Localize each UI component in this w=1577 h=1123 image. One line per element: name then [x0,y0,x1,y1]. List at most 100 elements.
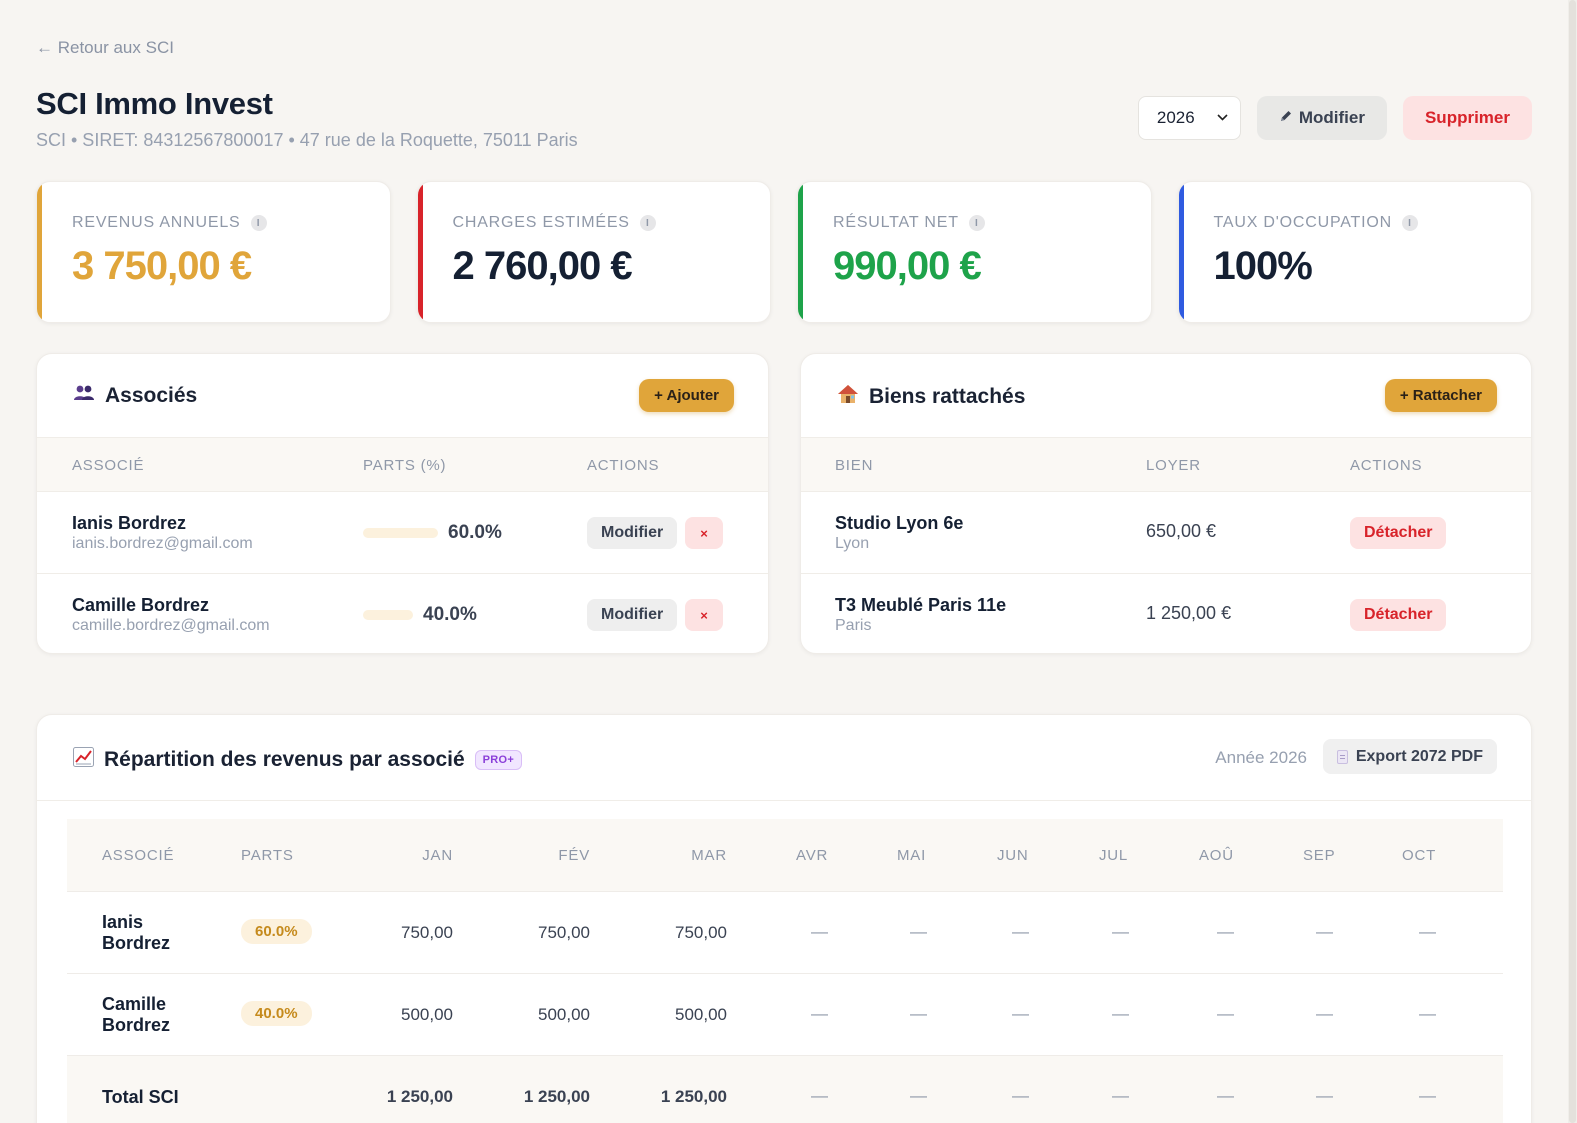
month-total: — [811,1086,828,1105]
info-icon[interactable]: i [1401,215,1418,231]
table-header: Associé Parts Jan Fév Mar Avr Mai Jun Ju… [67,819,1503,892]
month-value: 500,00 [675,1005,727,1024]
table-row: Ianis Bordrez ianis.bordrez@gmail.com 60… [37,492,768,574]
share-cell: 60.0% [363,522,502,544]
share-badge: 40.0% [241,1001,312,1026]
kpi-value: 990,00 € [833,244,982,288]
kpi-accent-bar [1178,182,1184,322]
month-total: — [1217,1086,1234,1105]
col-header: Bien [835,457,874,474]
remove-associe-button[interactable]: × [685,517,723,549]
year-select-value: 2026 [1156,108,1195,127]
detach-bien-button[interactable]: Détacher [1350,517,1447,549]
table-row: Studio Lyon 6e Lyon 650,00 € Détacher [801,492,1531,574]
delete-sci-button[interactable]: Supprimer [1402,96,1532,140]
month-total: — [1012,1086,1029,1105]
month-value: — [1217,922,1234,941]
col-header: Jun [997,847,1029,864]
col-header: Associé [102,847,175,864]
year-select[interactable]: 2026 [1137,96,1241,140]
loyer-value: 650,00 € [1146,521,1217,541]
repartition-card: Répartition des revenus par associé PRO+… [36,714,1532,1123]
table-row: Camille Bordrez camille.bordrez@gmail.co… [37,574,768,653]
kpi-label-text: Résultat net [833,214,959,231]
bien-cell: T3 Meublé Paris 11e Paris [835,595,1006,635]
bien-cell: Studio Lyon 6e Lyon [835,513,963,553]
month-value: — [1112,1004,1129,1023]
associe-email: ianis.bordrez@gmail.com [72,535,253,552]
col-header: Sep [1303,847,1336,864]
kpi-row: Revenus annuels i 3 750,00 € Charges est… [36,181,1532,323]
col-header: Actions [587,457,660,474]
edit-associe-button[interactable]: Modifier [587,517,678,549]
month-value: — [1316,1004,1333,1023]
col-header: Actions [1350,457,1423,474]
kpi-label-text: Taux d'occupation [1213,214,1392,231]
associe-cell: Ianis Bordrez ianis.bordrez@gmail.com [72,513,253,553]
month-value: — [910,1004,927,1023]
col-header: Parts (%) [363,457,447,474]
associes-card: Associés + Ajouter Associé Parts (%) Act… [36,353,769,654]
associe-name: Camille Bordrez [72,595,210,615]
month-value: — [1112,922,1129,941]
kpi-label: Résultat net i [833,214,985,232]
associe-name: Camille Bordrez [102,994,171,1035]
share-badge: 60.0% [241,919,312,944]
month-value: 750,00 [538,923,590,942]
table-row: Ianis Bordrez 60.0% 750,00 750,00 750,00… [67,892,1503,974]
scrollbar-thumb[interactable] [1569,0,1576,1123]
associe-name: Ianis Bordrez [72,513,187,533]
share-value: 60.0% [448,522,502,543]
month-value: — [811,1004,828,1023]
bien-city: Paris [835,617,872,634]
share-bar [363,528,438,538]
scrollbar[interactable] [1568,0,1577,1123]
loyer-value: 1 250,00 € [1146,603,1232,623]
add-associe-button[interactable]: + Ajouter [639,379,734,412]
info-icon[interactable]: i [250,215,267,231]
export-pdf-button[interactable]: Export 2072 PDF [1322,739,1497,774]
info-icon[interactable]: i [968,215,985,231]
col-header: Avr [796,847,829,864]
month-value: — [910,922,927,941]
col-header: Jul [1099,847,1129,864]
card-title: Associés [73,384,197,408]
kpi-value: 3 750,00 € [72,244,252,288]
month-total: — [910,1086,927,1105]
house-icon [837,384,859,410]
kpi-label-text: Charges estimées [452,214,630,231]
chevron-down-icon [1217,112,1228,124]
remove-associe-button[interactable]: × [685,599,723,631]
kpi-label: Charges estimées i [453,214,656,232]
col-header: Loyer [1146,457,1201,474]
card-title: Répartition des revenus par associé PRO+ [73,747,523,773]
col-header: Mai [897,847,927,864]
share-value: 40.0% [423,604,477,625]
info-icon[interactable]: i [639,215,656,231]
detach-bien-button[interactable]: Détacher [1350,599,1447,631]
month-value: 500,00 [538,1005,590,1024]
card-header: Répartition des revenus par associé PRO+… [37,715,1531,801]
biens-card: Biens rattachés + Rattacher Bien Loyer A… [800,353,1532,654]
repartition-title: Répartition des revenus par associé [104,748,465,771]
card-header: Associés + Ajouter [37,354,768,438]
edit-sci-button[interactable]: Modifier [1256,96,1387,140]
associe-cell: Camille Bordrez camille.bordrez@gmail.co… [72,595,270,635]
pro-badge: PRO+ [474,750,523,770]
edit-sci-label: Modifier [1298,108,1365,127]
col-header: Oct [1402,847,1437,864]
attach-bien-button[interactable]: + Rattacher [1384,379,1497,412]
back-link[interactable]: ← Retour aux SCI [36,38,174,58]
people-icon [73,384,95,408]
card-header: Biens rattachés + Rattacher [801,354,1531,438]
month-total: 1 250,00 [523,1087,590,1106]
col-header: Mar [691,847,727,864]
table-row: T3 Meublé Paris 11e Paris 1 250,00 € Dét… [801,574,1531,653]
edit-associe-button[interactable]: Modifier [587,599,678,631]
table-header: Bien Loyer Actions [801,438,1531,492]
month-value: — [1217,1004,1234,1023]
col-header: Parts [241,847,294,864]
col-header: Aoû [1199,847,1234,864]
bien-name: T3 Meublé Paris 11e [835,595,1007,615]
total-row: Total SCI 1 250,00 1 250,00 1 250,00 — —… [67,1056,1503,1123]
